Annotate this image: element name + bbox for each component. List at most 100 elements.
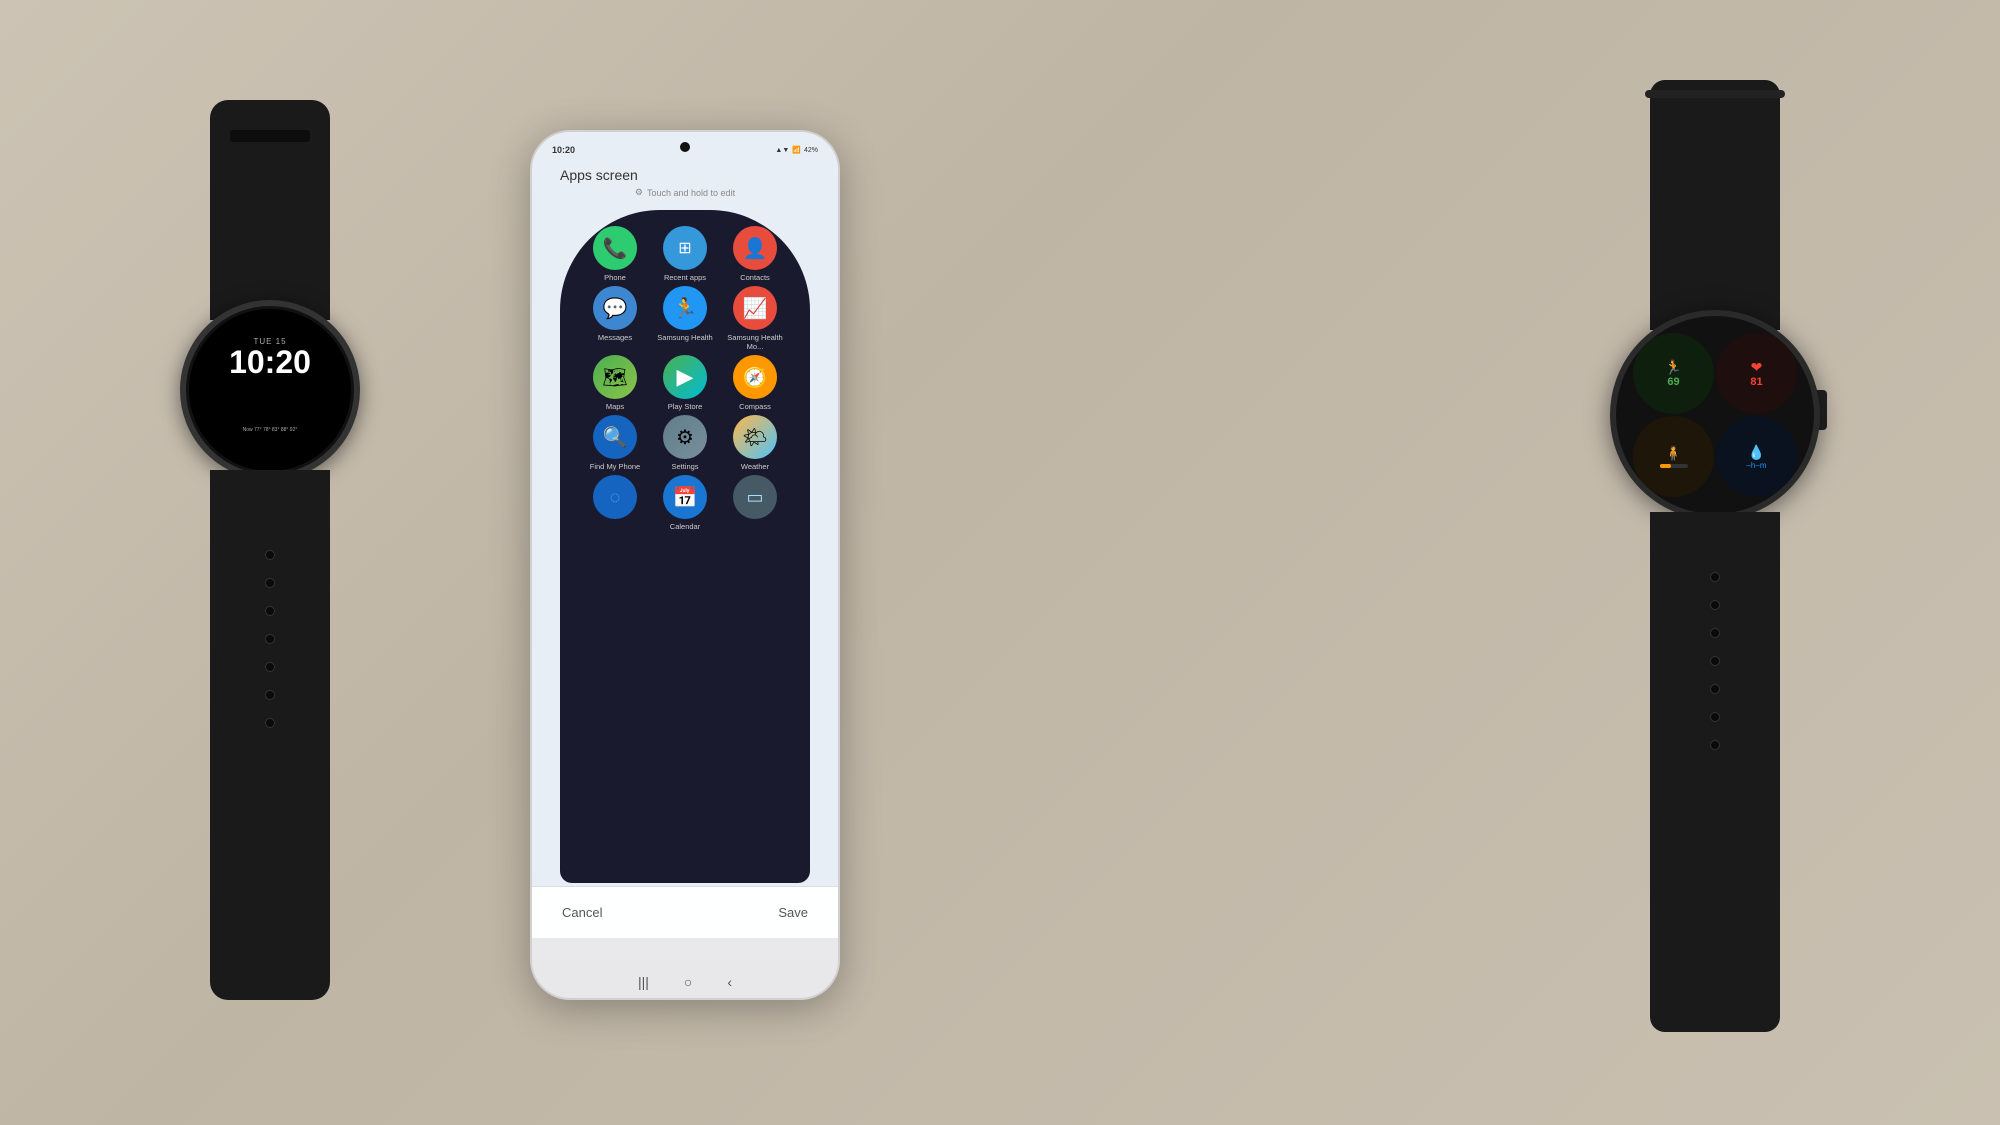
app-settings[interactable]: ⚙ Settings	[654, 415, 716, 471]
app-find-phone-label: Find My Phone	[590, 462, 640, 471]
band-hole-3	[265, 606, 275, 616]
apps-row-3: 🔍 Find My Phone ⚙ Settings 🌤 Weather	[584, 415, 786, 471]
heart-value: 81	[1750, 376, 1762, 388]
left-watch-time: 10:20	[229, 346, 311, 378]
status-time: 10:20	[552, 145, 575, 155]
band-hole-2	[265, 578, 275, 588]
apps-row-2: 🗺 Maps ▶ Play Store 🧭 Compass	[584, 355, 786, 411]
left-watch-bike-icon: 🚲	[199, 442, 216, 459]
left-watch-face: TUE 15 10:20 Now 77° 78° 83° 88° 92° 🚲 7…	[189, 309, 351, 471]
right-watch-band-bottom	[1650, 512, 1780, 1032]
app-contacts-icon: 👤	[733, 226, 777, 270]
apps-drawer: 📞 Phone ⊞ Recent apps 👤 Contacts	[560, 210, 810, 883]
app-calendar-label: Calendar	[670, 522, 700, 531]
app-weather[interactable]: 🌤 Weather	[724, 415, 786, 471]
app-compass-icon: 🧭	[733, 355, 777, 399]
activity-value: 69	[1667, 376, 1679, 388]
app-unknown2[interactable]: ▭	[724, 475, 786, 531]
left-watch: TUE 15 10:20 Now 77° 78° 83° 88° 92° 🚲 7…	[160, 100, 380, 1000]
wifi-icon: 📶	[792, 146, 801, 154]
app-recent-icon: ⊞	[663, 226, 707, 270]
app-samsung-health-label: Samsung Health	[657, 333, 712, 342]
app-messages[interactable]: 💬 Messages	[584, 286, 646, 351]
body-progress	[1660, 464, 1671, 468]
nav-recent-button[interactable]: |||	[638, 974, 649, 990]
app-samsung-health-mo-icon: 📈	[733, 286, 777, 330]
right-watch-widget-water: 💧 –h–m	[1716, 416, 1797, 497]
right-watch-widget-activity: 🏃 69	[1633, 333, 1714, 414]
app-play-store[interactable]: ▶ Play Store	[654, 355, 716, 411]
water-icon: 💧	[1748, 444, 1765, 461]
phone-screen: 10:20 ▲▼ 📶 42% Apps screen Touch and hol…	[532, 132, 838, 938]
app-phone[interactable]: 📞 Phone	[584, 226, 646, 282]
left-watch-body: TUE 15 10:20 Now 77° 78° 83° 88° 92° 🚲 7…	[180, 300, 360, 480]
signal-icon: ▲▼	[775, 147, 789, 154]
app-maps[interactable]: 🗺 Maps	[584, 355, 646, 411]
app-contacts-label: Contacts	[740, 273, 770, 282]
phone: 10:20 ▲▼ 📶 42% Apps screen Touch and hol…	[530, 130, 840, 1000]
right-watch-widget-heart: ❤ 81	[1716, 333, 1797, 414]
apps-screen-title: Apps screen	[560, 167, 638, 183]
status-icons: ▲▼ 📶 42%	[775, 146, 818, 154]
app-compass[interactable]: 🧭 Compass	[724, 355, 786, 411]
app-samsung-health[interactable]: 🏃 Samsung Health	[654, 286, 716, 351]
activity-icon: 🏃	[1665, 359, 1682, 376]
camera	[680, 142, 690, 152]
right-watch-band-top	[1650, 80, 1780, 330]
right-band-hole-4	[1710, 656, 1720, 666]
app-samsung-health-mo-label: Samsung Health Mo...	[724, 333, 786, 351]
band-hole-4	[265, 634, 275, 644]
app-maps-icon: 🗺	[593, 355, 637, 399]
water-value: –h–m	[1746, 461, 1766, 470]
band-hole-5	[265, 662, 275, 672]
app-unknown2-icon: ▭	[733, 475, 777, 519]
apps-row-1: 💬 Messages 🏃 Samsung Health 📈 Samsung He…	[584, 286, 786, 351]
app-weather-icon: 🌤	[733, 415, 777, 459]
right-band-hole-6	[1710, 712, 1720, 722]
app-unknown1-icon: ◌	[593, 475, 637, 519]
app-maps-label: Maps	[606, 402, 624, 411]
battery-level: 42%	[804, 147, 818, 154]
right-band-hole-2	[1710, 600, 1720, 610]
app-contacts[interactable]: 👤 Contacts	[724, 226, 786, 282]
cancel-button[interactable]: Cancel	[562, 905, 602, 920]
apps-row-0: 📞 Phone ⊞ Recent apps 👤 Contacts	[584, 226, 786, 282]
right-watch-body: 🏃 69 ❤ 81 🧍 💧 –h–m	[1610, 310, 1820, 520]
phone-body: 10:20 ▲▼ 📶 42% Apps screen Touch and hol…	[530, 130, 840, 1000]
heart-icon: ❤	[1751, 359, 1763, 376]
app-play-store-label: Play Store	[668, 402, 703, 411]
apps-row-4: ◌ 📅 Calendar ▭	[584, 475, 786, 531]
band-hole-1	[265, 550, 275, 560]
band-hole-6	[265, 690, 275, 700]
right-band-hole-7	[1710, 740, 1720, 750]
app-calendar-icon: 📅	[663, 475, 707, 519]
app-calendar[interactable]: 📅 Calendar	[654, 475, 716, 531]
app-unknown1[interactable]: ◌	[584, 475, 646, 531]
app-weather-label: Weather	[741, 462, 769, 471]
body-icon: 🧍	[1665, 445, 1682, 462]
save-button[interactable]: Save	[778, 905, 808, 920]
left-watch-band-bottom	[210, 470, 330, 1000]
app-recent-label: Recent apps	[664, 273, 706, 282]
right-band-hole-5	[1710, 684, 1720, 694]
nav-back-button[interactable]: ‹	[727, 974, 732, 990]
phone-nav-bar: ||| ○ ‹	[532, 974, 838, 990]
left-watch-band-top	[210, 100, 330, 320]
app-find-my-phone[interactable]: 🔍 Find My Phone	[584, 415, 646, 471]
right-band-hole-3	[1710, 628, 1720, 638]
touch-hint-text: Touch and hold to edit	[647, 188, 735, 198]
band-hole-7	[265, 718, 275, 728]
nav-home-button[interactable]: ○	[684, 974, 692, 990]
left-watch-heart-rate: 76	[331, 446, 341, 456]
right-watch: 🏃 69 ❤ 81 🧍 💧 –h–m	[1585, 80, 1845, 1030]
action-bar: Cancel Save	[532, 886, 838, 938]
left-watch-bottom-widgets: 🚲 76	[199, 442, 341, 459]
app-recent-apps[interactable]: ⊞ Recent apps	[654, 226, 716, 282]
app-play-store-icon: ▶	[663, 355, 707, 399]
left-watch-temps: Now 77° 78° 83° 88° 92°	[193, 427, 347, 433]
app-samsung-health-mo[interactable]: 📈 Samsung Health Mo...	[724, 286, 786, 351]
app-phone-label: Phone	[604, 273, 626, 282]
app-phone-icon: 📞	[593, 226, 637, 270]
app-settings-icon: ⚙	[663, 415, 707, 459]
app-settings-label: Settings	[671, 462, 698, 471]
